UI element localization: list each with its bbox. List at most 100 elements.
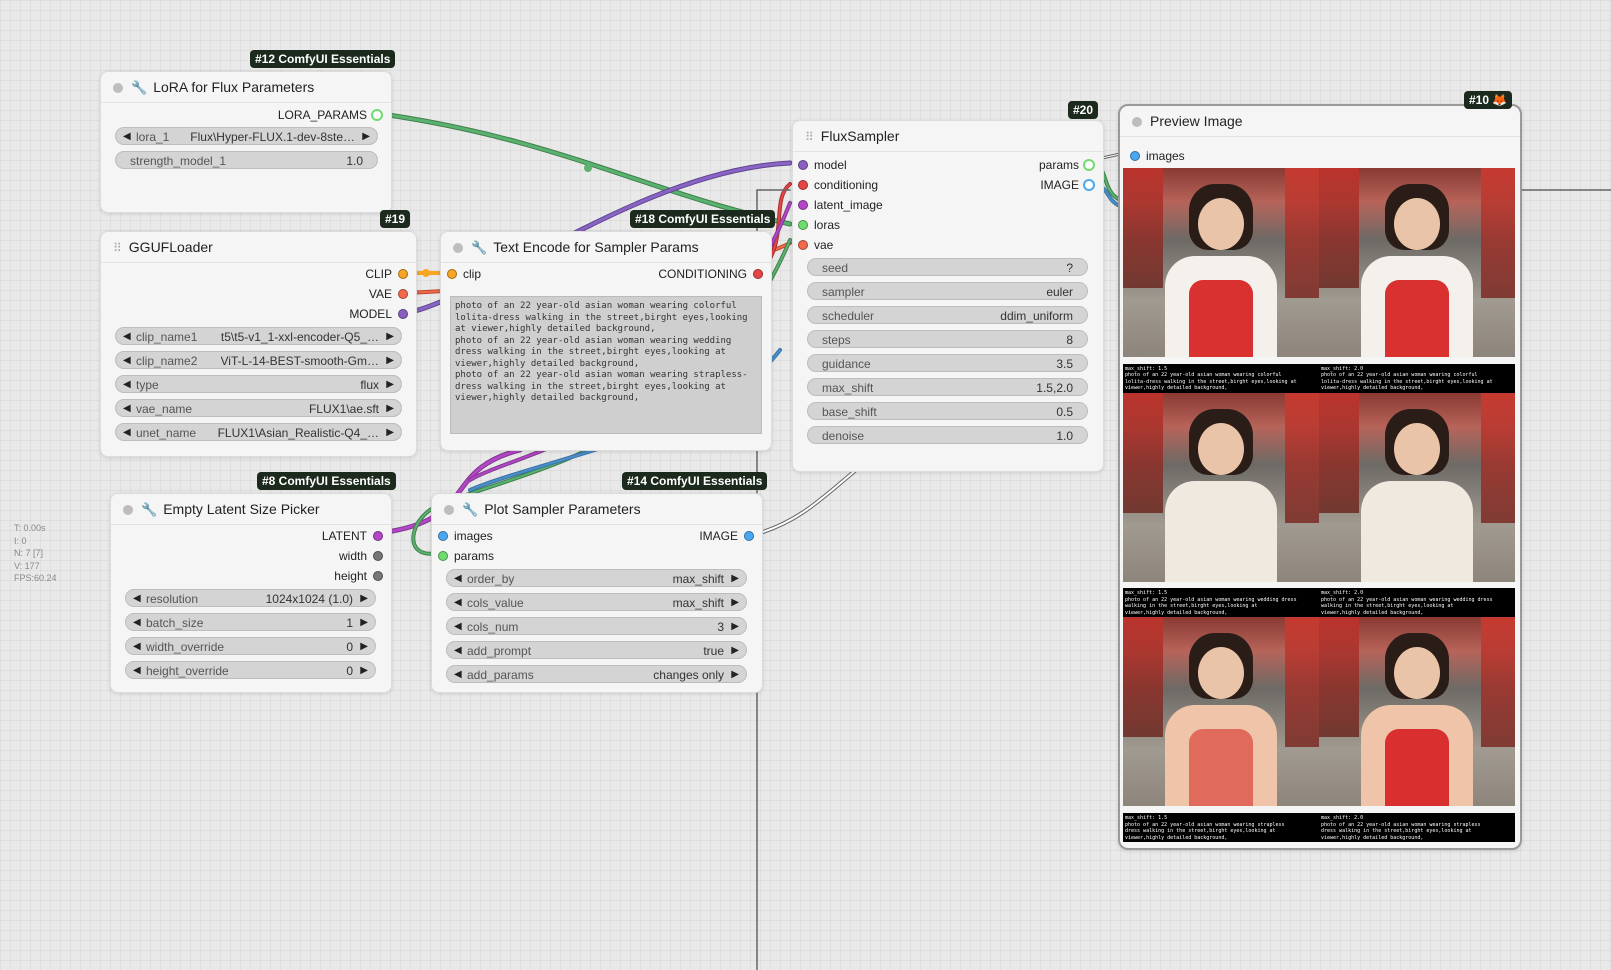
widget-lora-1[interactable]: ◀ lora_1 Flux\Hyper-FLUX.1-dev-8ste… ▶ <box>115 127 378 145</box>
preview-image-cell[interactable]: max_shift: 2.0 photo of an 22 year-old as… <box>1319 617 1515 842</box>
slot-dot-icon[interactable] <box>1130 151 1140 161</box>
arrow-left-icon[interactable]: ◀ <box>454 666 462 684</box>
arrow-right-icon[interactable]: ▶ <box>386 376 394 394</box>
slot-dot-icon[interactable] <box>1083 159 1095 171</box>
arrow-right-icon[interactable]: ▶ <box>362 128 370 146</box>
node-title[interactable]: 🔧 Plot Sampler Parameters <box>432 494 762 525</box>
slot-dot-icon[interactable] <box>438 551 448 561</box>
slot-dot-icon[interactable] <box>798 240 808 250</box>
arrow-right-icon[interactable]: ▶ <box>386 424 394 442</box>
preview-image-cell[interactable]: max_shift: 2.0 photo of an 22 year-old as… <box>1319 392 1515 618</box>
arrow-left-icon[interactable]: ◀ <box>123 424 131 442</box>
output-vae[interactable]: VAE <box>369 286 408 302</box>
slot-dot-icon[interactable] <box>438 531 448 541</box>
arrow-right-icon[interactable]: ▶ <box>386 328 394 346</box>
output-clip[interactable]: CLIP <box>365 266 408 282</box>
input-model[interactable]: model <box>798 157 847 173</box>
input-vae[interactable]: vae <box>798 237 833 253</box>
output-params[interactable]: params <box>1039 157 1095 173</box>
collapse-dot-icon[interactable] <box>123 505 133 515</box>
node-title[interactable]: 🔧 Empty Latent Size Picker <box>111 494 391 525</box>
node-title[interactable]: Preview Image <box>1120 106 1520 137</box>
slot-dot-icon[interactable] <box>371 109 383 121</box>
slot-dot-icon[interactable] <box>398 289 408 299</box>
arrow-left-icon[interactable]: ◀ <box>133 638 141 656</box>
widget-height-override[interactable]: ◀ height_override 0 ▶ <box>125 661 376 679</box>
widget-scheduler[interactable]: scheduler ddim_uniform <box>807 306 1088 324</box>
preview-image-cell[interactable]: max_shift: 2.0 photo of an 22 year-old as… <box>1319 168 1515 393</box>
arrow-right-icon[interactable]: ▶ <box>360 614 368 632</box>
preview-image-grid[interactable]: max_shift: 1.5 photo of an 22 year-old as… <box>1123 168 1515 842</box>
widget-sampler[interactable]: sampler euler <box>807 282 1088 300</box>
output-lora-params[interactable]: LORA_PARAMS <box>278 107 383 123</box>
collapse-dot-icon[interactable] <box>444 505 454 515</box>
widget-seed[interactable]: seed? <box>807 258 1088 276</box>
arrow-right-icon[interactable]: ▶ <box>360 590 368 608</box>
input-clip[interactable]: clip <box>447 266 481 282</box>
preview-image-cell[interactable]: max_shift: 1.5 photo of an 22 year-old as… <box>1123 168 1319 393</box>
output-width[interactable]: width <box>339 548 383 564</box>
arrow-left-icon[interactable]: ◀ <box>123 400 131 418</box>
widget-cols-value[interactable]: ◀ cols_value max_shift ▶ <box>446 593 747 611</box>
arrow-left-icon[interactable]: ◀ <box>454 642 462 660</box>
arrow-right-icon[interactable]: ▶ <box>731 570 739 588</box>
output-height[interactable]: height <box>334 568 383 584</box>
arrow-left-icon[interactable]: ◀ <box>123 352 131 370</box>
widget-denoise[interactable]: denoise 1.0 <box>807 426 1088 444</box>
input-conditioning[interactable]: conditioning <box>798 177 878 193</box>
widget-add-params[interactable]: ◀ add_params changes only ▶ <box>446 665 747 683</box>
collapse-dot-icon[interactable] <box>113 83 123 93</box>
grip-icon[interactable]: ⠿ <box>805 122 814 152</box>
arrow-right-icon[interactable]: ▶ <box>360 662 368 680</box>
widget-add-prompt[interactable]: ◀ add_prompt true ▶ <box>446 641 747 659</box>
node-text-encode[interactable]: 🔧 Text Encode for Sampler Params clip CON… <box>440 231 772 451</box>
widget-resolution[interactable]: ◀ resolution 1024x1024 (1.0) ▶ <box>125 589 376 607</box>
arrow-right-icon[interactable]: ▶ <box>360 638 368 656</box>
arrow-left-icon[interactable]: ◀ <box>133 614 141 632</box>
node-empty-latent[interactable]: 🔧 Empty Latent Size Picker LATENT width h… <box>110 493 392 693</box>
slot-dot-icon[interactable] <box>373 571 383 581</box>
arrow-right-icon[interactable]: ▶ <box>731 618 739 636</box>
slot-dot-icon[interactable] <box>398 269 408 279</box>
widget-cols-num[interactable]: ◀ cols_num 3 ▶ <box>446 617 747 635</box>
preview-image-cell[interactable]: max_shift: 1.5 photo of an 22 year-old as… <box>1123 617 1319 842</box>
widget-max-shift[interactable]: max_shift 1.5,2.0 <box>807 378 1088 396</box>
input-latent-image[interactable]: latent_image <box>798 197 883 213</box>
slot-dot-icon[interactable] <box>373 551 383 561</box>
slot-dot-icon[interactable] <box>798 200 808 210</box>
arrow-left-icon[interactable]: ◀ <box>123 128 131 146</box>
slot-dot-icon[interactable] <box>753 269 763 279</box>
node-flux-sampler[interactable]: ⠿ FluxSampler model conditioning latent_i… <box>792 120 1104 472</box>
arrow-right-icon[interactable]: ▶ <box>731 642 739 660</box>
slot-dot-icon[interactable] <box>798 220 808 230</box>
widget-width-override[interactable]: ◀ width_override 0 ▶ <box>125 637 376 655</box>
widget-steps[interactable]: steps 8 <box>807 330 1088 348</box>
slot-dot-icon[interactable] <box>373 531 383 541</box>
node-preview-image[interactable]: Preview Image images max_shift: 1.5 photo… <box>1118 104 1522 850</box>
prompt-textarea[interactable]: photo of an 22 year-old asian woman wear… <box>450 296 762 434</box>
node-title[interactable]: ⠿ GGUFLoader <box>101 232 416 263</box>
input-images[interactable]: images <box>438 528 493 544</box>
collapse-dot-icon[interactable] <box>1132 117 1142 127</box>
widget-strength-model-1[interactable]: strength_model_1 1.0 <box>115 151 378 169</box>
widget-base-shift[interactable]: base_shift 0.5 <box>807 402 1088 420</box>
widget-type[interactable]: ◀ type flux ▶ <box>115 375 402 393</box>
node-title[interactable]: 🔧 LoRA for Flux Parameters <box>101 72 391 103</box>
arrow-right-icon[interactable]: ▶ <box>386 400 394 418</box>
slot-dot-icon[interactable] <box>398 309 408 319</box>
output-conditioning[interactable]: CONDITIONING <box>658 266 763 282</box>
arrow-right-icon[interactable]: ▶ <box>731 666 739 684</box>
widget-guidance[interactable]: guidance 3.5 <box>807 354 1088 372</box>
arrow-left-icon[interactable]: ◀ <box>454 594 462 612</box>
output-image[interactable]: IMAGE <box>699 528 754 544</box>
widget-batch-size[interactable]: ◀ batch_size 1 ▶ <box>125 613 376 631</box>
input-images[interactable]: images <box>1130 148 1185 164</box>
node-lora-flux-params[interactable]: 🔧 LoRA for Flux Parameters LORA_PARAMS ◀ … <box>100 71 392 213</box>
input-loras[interactable]: loras <box>798 217 840 233</box>
widget-vae-name[interactable]: ◀ vae_name FLUX1\ae.sft ▶ <box>115 399 402 417</box>
slot-dot-icon[interactable] <box>447 269 457 279</box>
widget-clip-name1[interactable]: ◀ clip_name1 t5\t5-v1_1-xxl-encoder-Q5_… ▶ <box>115 327 402 345</box>
grip-icon[interactable]: ⠿ <box>113 233 122 263</box>
slot-dot-icon[interactable] <box>798 160 808 170</box>
preview-image-cell[interactable]: max_shift: 1.5 photo of an 22 year-old as… <box>1123 392 1319 618</box>
